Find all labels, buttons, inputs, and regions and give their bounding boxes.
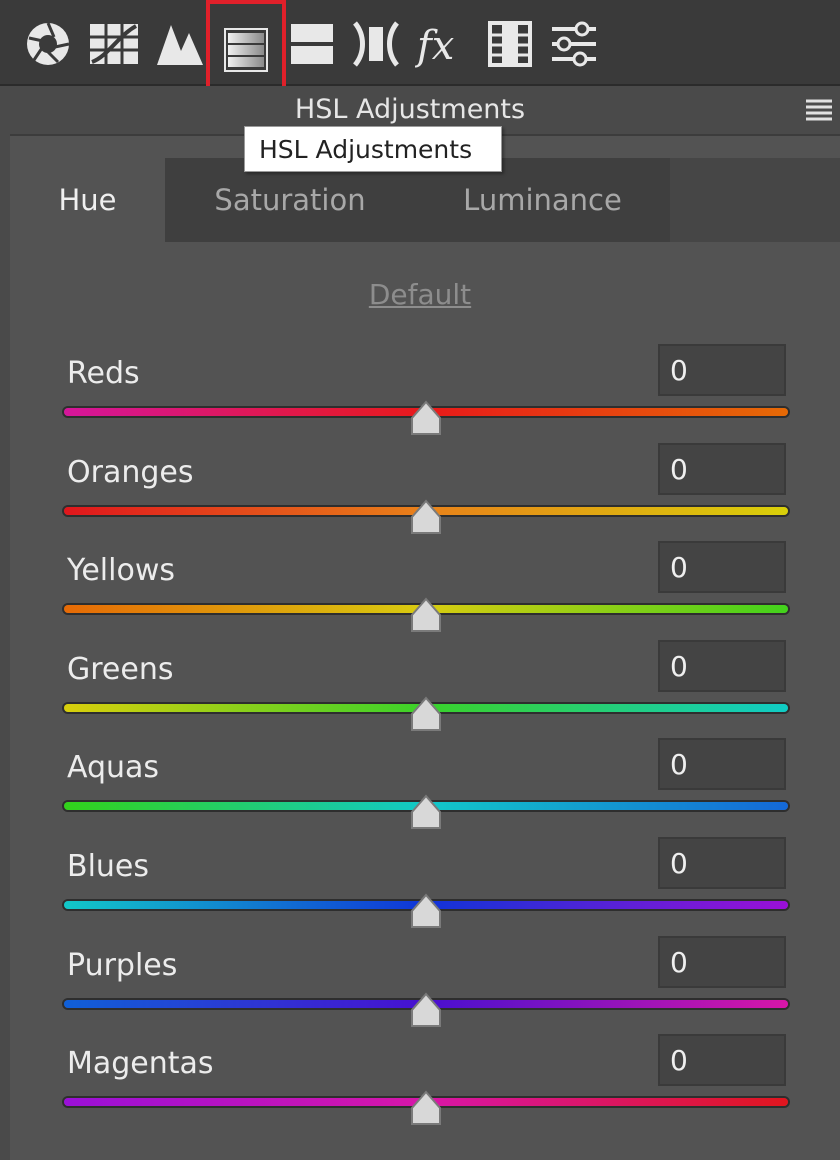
slider-thumb[interactable] [410, 696, 442, 732]
lens-corrections-icon[interactable] [348, 14, 404, 74]
slider-greens: Greens 0 [64, 640, 790, 738]
tab-bar-filler [670, 158, 840, 242]
slider-value-input[interactable]: 0 [658, 1034, 786, 1086]
slider-value-input[interactable]: 0 [658, 443, 786, 495]
slider-yellows: Yellows 0 [64, 541, 790, 639]
panel-left-edge [0, 86, 10, 1160]
slider-thumb[interactable] [410, 499, 442, 535]
svg-text:fx: fx [415, 23, 454, 69]
detail-mountain-icon[interactable] [152, 14, 208, 74]
panel-menu-icon[interactable] [804, 98, 834, 126]
slider-purples: Purples 0 [64, 936, 790, 1034]
slider-value-input[interactable]: 0 [658, 344, 786, 396]
slider-thumb[interactable] [410, 597, 442, 633]
slider-value-input[interactable]: 0 [658, 837, 786, 889]
camera-calibration-film-icon[interactable] [482, 14, 538, 74]
slider-value-input[interactable]: 0 [658, 541, 786, 593]
slider-thumb[interactable] [410, 794, 442, 830]
slider-aquas: Aquas 0 [64, 738, 790, 836]
slider-value-input[interactable]: 0 [658, 936, 786, 988]
slider-label: Purples [67, 948, 178, 983]
slider-reds: Reds 0 [64, 344, 790, 442]
slider-label: Reds [67, 356, 140, 391]
tone-curve-icon[interactable] [86, 14, 142, 74]
basic-aperture-icon[interactable] [20, 14, 76, 74]
slider-blues: Blues 0 [64, 837, 790, 935]
slider-magentas: Magentas 0 [64, 1034, 790, 1132]
slider-label: Blues [67, 849, 150, 884]
fx-effects-icon[interactable]: fx [414, 14, 470, 74]
slider-label: Greens [67, 652, 174, 687]
slider-thumb[interactable] [410, 1090, 442, 1126]
slider-label: Yellows [67, 553, 175, 588]
slider-label: Magentas [67, 1046, 214, 1081]
panel-title: HSL Adjustments [294, 94, 526, 125]
slider-label: Aquas [67, 750, 160, 785]
hsl-adjustments-icon [224, 28, 268, 72]
slider-thumb[interactable] [410, 400, 442, 436]
presets-sliders-icon[interactable] [546, 14, 602, 74]
slider-value-input[interactable]: 0 [658, 738, 786, 790]
slider-oranges: Oranges 0 [64, 443, 790, 541]
tooltip: HSL Adjustments [244, 126, 502, 172]
slider-thumb[interactable] [410, 893, 442, 929]
panel-toolbar: fx [0, 0, 840, 100]
tab-hue[interactable]: Hue [10, 158, 165, 242]
slider-label: Oranges [67, 455, 194, 490]
hsl-adjustments-tab-button[interactable] [206, 0, 286, 100]
slider-thumb[interactable] [410, 992, 442, 1028]
default-link[interactable]: Default [0, 278, 840, 311]
split-toning-icon[interactable] [284, 14, 340, 74]
slider-value-input[interactable]: 0 [658, 640, 786, 692]
